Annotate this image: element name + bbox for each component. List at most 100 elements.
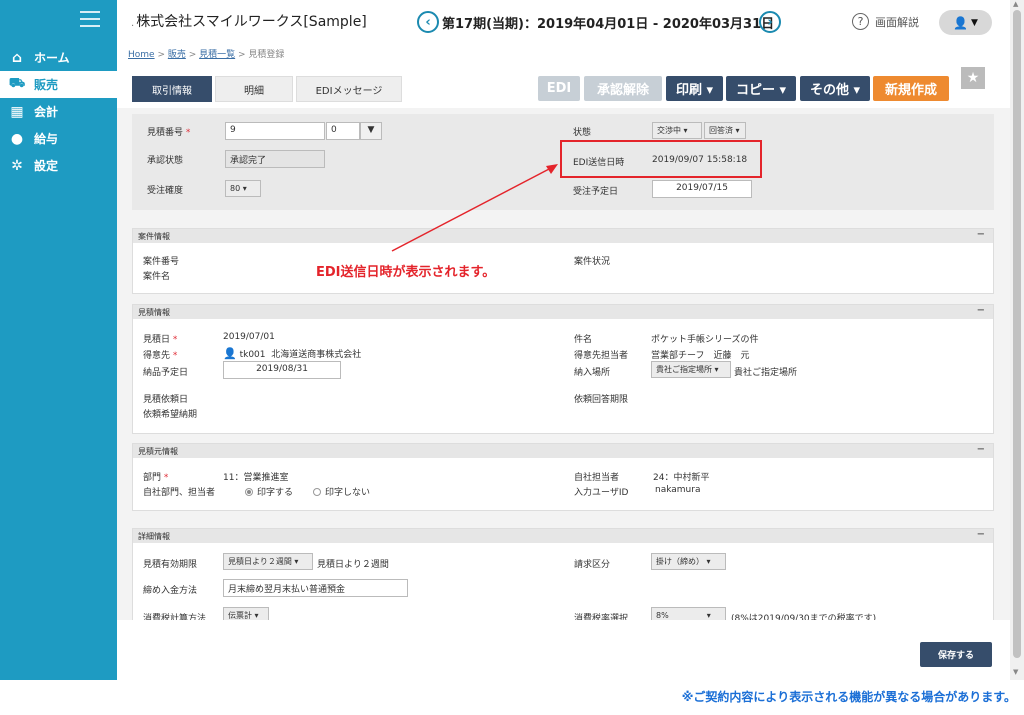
case-status-label: 案件状況 (574, 257, 611, 267)
footer-bar: 保存する (117, 620, 1010, 680)
sidebar-item-sales[interactable]: ⛟ 販売 (0, 71, 117, 98)
valid-period-select[interactable]: 見積日より２週間 ▾ (223, 553, 313, 570)
quote-no-field[interactable]: 9 (225, 122, 325, 140)
edi-highlight-box (560, 140, 762, 178)
other-button[interactable]: その他 ▾ (800, 76, 870, 101)
question-icon: ? (852, 13, 869, 30)
next-period-button[interactable]: › (759, 11, 781, 33)
print-off-radio[interactable]: 印字しない (313, 485, 370, 498)
tax-rate-label: 消費税率選択 (574, 614, 629, 620)
bill-type-select[interactable]: 掛け（締め） ▾ (651, 553, 726, 570)
place-select[interactable]: 貴社ご指定場所 ▾ (651, 361, 731, 378)
case-no-label: 案件番号 (143, 257, 180, 267)
star-icon[interactable]: ★ (961, 67, 985, 89)
panel-header: 案件情報 − (133, 229, 993, 243)
sidebar-item-label: 販売 (34, 78, 59, 92)
sidebar-item-label: 設定 (34, 159, 59, 173)
status-select-2[interactable]: 回答済 ▾ (704, 122, 746, 139)
scroll-up-icon[interactable]: ▲ (1013, 0, 1018, 8)
collapse-icon[interactable]: − (977, 305, 985, 316)
radio-icon (313, 488, 321, 496)
contact-value: 営業部チーフ 近藤 元 (651, 351, 750, 361)
money-bag-icon: ● (10, 130, 24, 147)
print-button[interactable]: 印刷 ▾ (666, 76, 723, 101)
bill-type-label: 請求区分 (574, 560, 611, 570)
chevron-down-icon: ▾ (735, 126, 740, 135)
detail-panel: 詳細情報 − 見積有効期限 見積日より２週間 ▾ 見積日より２週間 締め入金方法 … (132, 528, 994, 620)
case-panel: 案件情報 − 案件番号 案件名 案件状況 (132, 228, 994, 294)
order-date-label: 受注予定日 (573, 187, 619, 197)
payment-method-field[interactable]: 月末締め翌月末払い普通預金 (223, 579, 408, 597)
sidebar-item-accounting[interactable]: ▦ 会計 (0, 98, 117, 125)
tab-edi-message[interactable]: EDIメッセージ (296, 76, 402, 102)
breadcrumb-sales[interactable]: 販売 (168, 50, 186, 60)
collapse-icon[interactable]: − (977, 529, 985, 540)
prev-period-button[interactable]: ‹ (417, 11, 439, 33)
user-id-value: nakamura (655, 485, 701, 495)
origin-panel: 見積元情報 − 部門 * 11：営業推進室 自社部門、担当者 印字する 印字しない… (132, 443, 994, 511)
place-value: 貴社ご指定場所 (734, 368, 798, 378)
sidebar-item-settings[interactable]: ✲ 設定 (0, 152, 117, 179)
valid-period-label: 見積有効期限 (143, 560, 198, 570)
subject-label: 件名 (574, 335, 593, 345)
approve-cancel-button[interactable]: 承認解除 (584, 76, 662, 101)
gear-icon: ✲ (11, 157, 23, 174)
status-select-1[interactable]: 交渉中 ▾ (652, 122, 702, 139)
delivery-label: 納品予定日 (143, 368, 189, 378)
approval-field: 承認完了 (225, 150, 325, 168)
collapse-icon[interactable]: − (977, 229, 985, 240)
accuracy-select[interactable]: 80 ▾ (225, 180, 261, 197)
breadcrumb: Home > 販売 > 見積一覧 > 見積登録 (128, 50, 285, 60)
status-label: 状態 (573, 128, 592, 138)
request-hope-label: 依頼希望納期 (143, 410, 198, 420)
user-menu-button[interactable]: 👤 ▼ (939, 10, 992, 35)
client-value: 👤 tk001 北海道送商事株式会社 (223, 347, 362, 360)
quote-no-sub-field[interactable]: 0 (326, 122, 360, 140)
quote-no-dropdown[interactable]: ▼ (360, 122, 382, 140)
save-button[interactable]: 保存する (920, 642, 992, 667)
tab-details[interactable]: 明細 (215, 76, 293, 102)
staff-print-label: 自社部門、担当者 (143, 488, 216, 498)
edi-button[interactable]: EDI (538, 76, 580, 101)
panel-header: 詳細情報 − (133, 529, 993, 543)
new-button[interactable]: 新規作成 (873, 76, 949, 101)
sidebar-item-label: ホーム (34, 51, 70, 65)
print-on-radio[interactable]: 印字する (245, 485, 293, 498)
contact-label: 得意先担当者 (574, 351, 629, 361)
chevron-down-icon: ▾ (714, 365, 719, 374)
place-label: 納入場所 (574, 368, 611, 378)
help-button[interactable]: ? 画面解説 (852, 13, 919, 30)
collapse-icon[interactable]: − (977, 444, 985, 455)
dept-label: 部門 * (143, 473, 169, 483)
chevron-down-icon: ▾ (254, 611, 259, 620)
quote-panel: 見積情報 − 見積日 * 2019/07/01 得意先 * 👤 tk001 北海道… (132, 304, 994, 434)
chevron-down-icon: ▼ (367, 125, 375, 135)
tax-rate-select[interactable]: 8% ▾ (651, 607, 726, 620)
fiscal-period: 第17期(当期)：2019年04月01日 - 2020年03月31日 (442, 17, 775, 32)
panel-header: 見積元情報 − (133, 444, 993, 458)
main-content: 見積番号 * 9 0 ▼ 承認状態 承認完了 受注確度 80 ▾ 状態 交渉中 … (117, 108, 1010, 620)
sidebar-item-payroll[interactable]: ● 給与 (0, 125, 117, 152)
own-staff-label: 自社担当者 (574, 473, 620, 483)
callout-text: EDI送信日時が表示されます。 (316, 265, 496, 280)
scrollbar[interactable]: ▲ ▼ (1010, 0, 1024, 680)
sidebar-item-label: 会計 (34, 105, 59, 119)
quote-no-label: 見積番号 * (147, 128, 191, 138)
tax-calc-select[interactable]: 伝票計 ▾ (223, 607, 269, 620)
scrollbar-thumb[interactable] (1013, 10, 1021, 658)
request-date-label: 見積依頼日 (143, 395, 189, 405)
sidebar-item-home[interactable]: ⌂ ホーム (0, 44, 117, 71)
delivery-field[interactable]: 2019/08/31 (223, 361, 341, 379)
breadcrumb-home[interactable]: Home (128, 50, 155, 60)
tab-transaction[interactable]: 取引情報 (132, 76, 212, 102)
chevron-left-icon: ‹ (425, 14, 431, 30)
order-date-field[interactable]: 2019/07/15 (652, 180, 752, 198)
valid-period-value: 見積日より２週間 (317, 560, 389, 570)
copy-button[interactable]: コピー ▾ (726, 76, 796, 101)
breadcrumb-quote-list[interactable]: 見積一覧 (199, 50, 235, 60)
menu-icon[interactable] (80, 11, 100, 27)
scroll-down-icon[interactable]: ▼ (1013, 668, 1018, 676)
payment-method-label: 締め入金方法 (143, 586, 198, 596)
quote-date-value: 2019/07/01 (223, 332, 275, 342)
calculator-icon: ▦ (10, 103, 24, 120)
